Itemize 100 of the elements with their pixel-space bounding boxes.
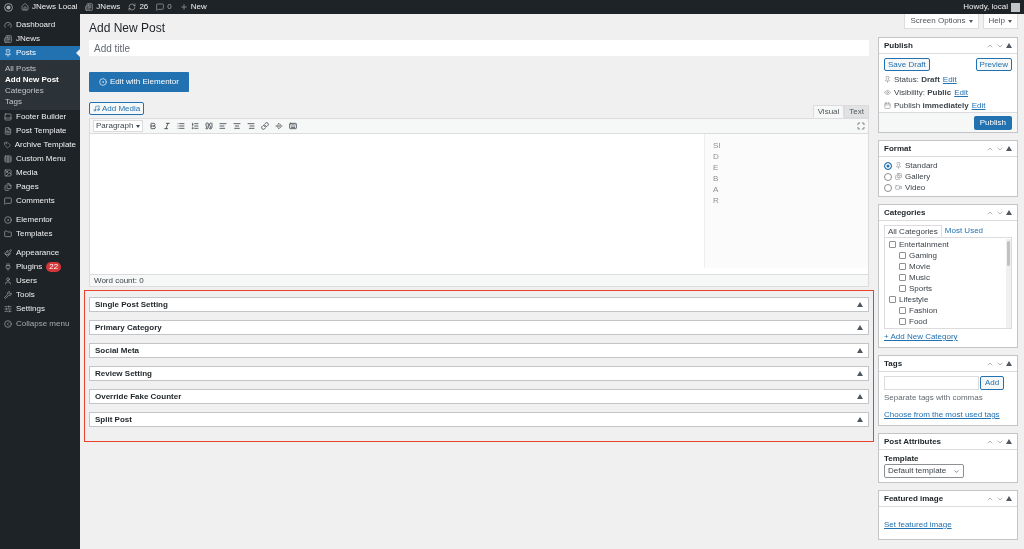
collapse-triangle-icon[interactable] bbox=[1006, 496, 1012, 501]
menu-item[interactable]: Posts bbox=[0, 46, 80, 60]
category-tab[interactable]: All Categories bbox=[884, 225, 942, 237]
editor-tab[interactable]: Visual bbox=[812, 105, 845, 118]
metabox-header[interactable]: Social Meta bbox=[89, 343, 869, 358]
screen-options-button[interactable]: Screen Options bbox=[904, 14, 979, 29]
submenu-item[interactable]: Tags bbox=[0, 96, 80, 107]
toolbar-toggle-icon[interactable] bbox=[289, 122, 297, 130]
menu-item[interactable]: Media bbox=[0, 166, 80, 180]
menu-item[interactable]: Dashboard bbox=[0, 18, 80, 32]
edit-link[interactable]: Edit bbox=[942, 73, 957, 86]
edit-link[interactable]: Edit bbox=[954, 86, 969, 99]
menu-item[interactable]: Templates bbox=[0, 227, 80, 241]
fullscreen-icon[interactable] bbox=[857, 122, 865, 130]
preview-button[interactable]: Preview bbox=[975, 58, 1012, 71]
add-category-link[interactable]: + Add New Category bbox=[884, 331, 1012, 343]
home-icon[interactable] bbox=[21, 3, 29, 11]
dashboard-icon bbox=[4, 21, 12, 29]
edit-link[interactable]: Edit bbox=[971, 99, 986, 112]
collapse-triangle-icon[interactable] bbox=[1006, 210, 1012, 215]
updates-icon[interactable] bbox=[128, 3, 137, 11]
checkbox[interactable] bbox=[899, 263, 906, 270]
collapse-triangle-icon[interactable] bbox=[857, 348, 863, 353]
collapse-triangle-icon[interactable] bbox=[1006, 361, 1012, 366]
radio-button[interactable] bbox=[884, 183, 892, 192]
site-link[interactable]: JNews Local bbox=[32, 1, 78, 13]
collapse-triangle-icon[interactable] bbox=[1006, 439, 1012, 444]
scrollbar-thumb[interactable] bbox=[1007, 241, 1010, 266]
collapse-menu-link[interactable]: Collapse menu bbox=[16, 318, 70, 330]
submenu-item[interactable]: Add New Post bbox=[0, 74, 80, 85]
collapse-triangle-icon[interactable] bbox=[1006, 43, 1012, 48]
link-icon[interactable] bbox=[261, 122, 269, 130]
new-link[interactable]: New bbox=[190, 1, 207, 13]
add-media-button[interactable]: Add Media bbox=[89, 102, 145, 115]
most-used-tags-link[interactable]: Choose from the most used tags bbox=[884, 409, 1012, 421]
radio-button[interactable] bbox=[884, 161, 892, 170]
collapse-triangle-icon[interactable] bbox=[857, 394, 863, 399]
checkbox[interactable] bbox=[899, 318, 906, 325]
checkbox[interactable] bbox=[889, 296, 896, 303]
greeting-link[interactable]: Howdy, local bbox=[963, 1, 1008, 13]
bullet-list-icon[interactable] bbox=[177, 122, 185, 130]
collapse-triangle-icon[interactable] bbox=[1006, 146, 1012, 151]
menu-item[interactable]: Plugins 22 bbox=[0, 260, 80, 274]
menu-item[interactable]: JNews bbox=[0, 32, 80, 46]
checkbox[interactable] bbox=[899, 274, 906, 281]
set-featured-image-link[interactable]: Set featured image bbox=[884, 520, 952, 529]
collapse-triangle-icon[interactable] bbox=[857, 417, 863, 422]
template-select[interactable]: Default template bbox=[884, 464, 964, 478]
newspaper-icon[interactable] bbox=[85, 3, 94, 11]
bold-icon[interactable] bbox=[149, 122, 157, 130]
category-tab[interactable]: Most Used bbox=[941, 225, 987, 237]
updates-count[interactable]: 26 bbox=[139, 1, 149, 13]
quote-icon[interactable] bbox=[205, 122, 213, 130]
checkbox[interactable] bbox=[899, 252, 906, 259]
comment-icon[interactable] bbox=[156, 3, 165, 11]
menu-item[interactable]: Post Template bbox=[0, 124, 80, 138]
checkbox[interactable] bbox=[899, 285, 906, 292]
italic-icon[interactable] bbox=[163, 122, 171, 130]
metabox-header[interactable]: Override Fake Counter bbox=[89, 389, 869, 404]
comments-count[interactable]: 0 bbox=[167, 1, 172, 13]
collapse-triangle-icon[interactable] bbox=[857, 325, 863, 330]
menu-item[interactable]: Pages bbox=[0, 180, 80, 194]
metabox-header[interactable]: Split Post bbox=[89, 412, 869, 427]
metabox-header[interactable]: Primary Category bbox=[89, 320, 869, 335]
align-center-icon[interactable] bbox=[233, 122, 241, 130]
editor-tab[interactable]: Text bbox=[844, 105, 869, 118]
numbered-list-icon[interactable] bbox=[191, 122, 199, 130]
submenu-item[interactable]: Categories bbox=[0, 85, 80, 96]
title-field[interactable]: Add title bbox=[89, 40, 869, 56]
elementor-button[interactable]: Edit with Elementor bbox=[89, 72, 189, 92]
submenu-item[interactable]: All Posts bbox=[0, 63, 80, 74]
format-select[interactable]: Paragraph bbox=[93, 120, 143, 132]
save-draft-button[interactable]: Save Draft bbox=[884, 58, 930, 71]
menu-item[interactable]: Appearance bbox=[0, 246, 80, 260]
avatar-icon[interactable] bbox=[1011, 2, 1020, 12]
menu-item[interactable]: Comments bbox=[0, 194, 80, 208]
menu-item[interactable]: Archive Template bbox=[0, 138, 80, 152]
menu-item[interactable]: Users bbox=[0, 274, 80, 288]
menu-item[interactable]: Settings bbox=[0, 302, 80, 316]
menu-item[interactable]: Footer Builder bbox=[0, 110, 80, 124]
plus-icon[interactable] bbox=[179, 3, 188, 11]
metabox-header[interactable]: Review Setting bbox=[89, 366, 869, 381]
help-button[interactable]: Help bbox=[982, 14, 1018, 29]
tag-input[interactable] bbox=[884, 376, 979, 390]
metabox-header[interactable]: Single Post Setting bbox=[89, 297, 869, 312]
radio-button[interactable] bbox=[884, 172, 892, 181]
align-right-icon[interactable] bbox=[247, 122, 255, 130]
checkbox[interactable] bbox=[899, 307, 906, 314]
collapse-icon[interactable] bbox=[4, 320, 12, 328]
checkbox[interactable] bbox=[889, 241, 896, 248]
menu-item[interactable]: Tools bbox=[0, 288, 80, 302]
collapse-triangle-icon[interactable] bbox=[857, 371, 863, 376]
collapse-triangle-icon[interactable] bbox=[857, 302, 863, 307]
add-tag-button[interactable]: Add bbox=[980, 376, 1005, 390]
theme-link[interactable]: JNews bbox=[96, 1, 121, 13]
align-left-icon[interactable] bbox=[219, 122, 227, 130]
logo-icon[interactable] bbox=[4, 2, 13, 12]
menu-item[interactable]: Custom Menu bbox=[0, 152, 80, 166]
publish-button[interactable]: Publish bbox=[973, 115, 1012, 130]
menu-item[interactable]: Elementor bbox=[0, 213, 80, 227]
